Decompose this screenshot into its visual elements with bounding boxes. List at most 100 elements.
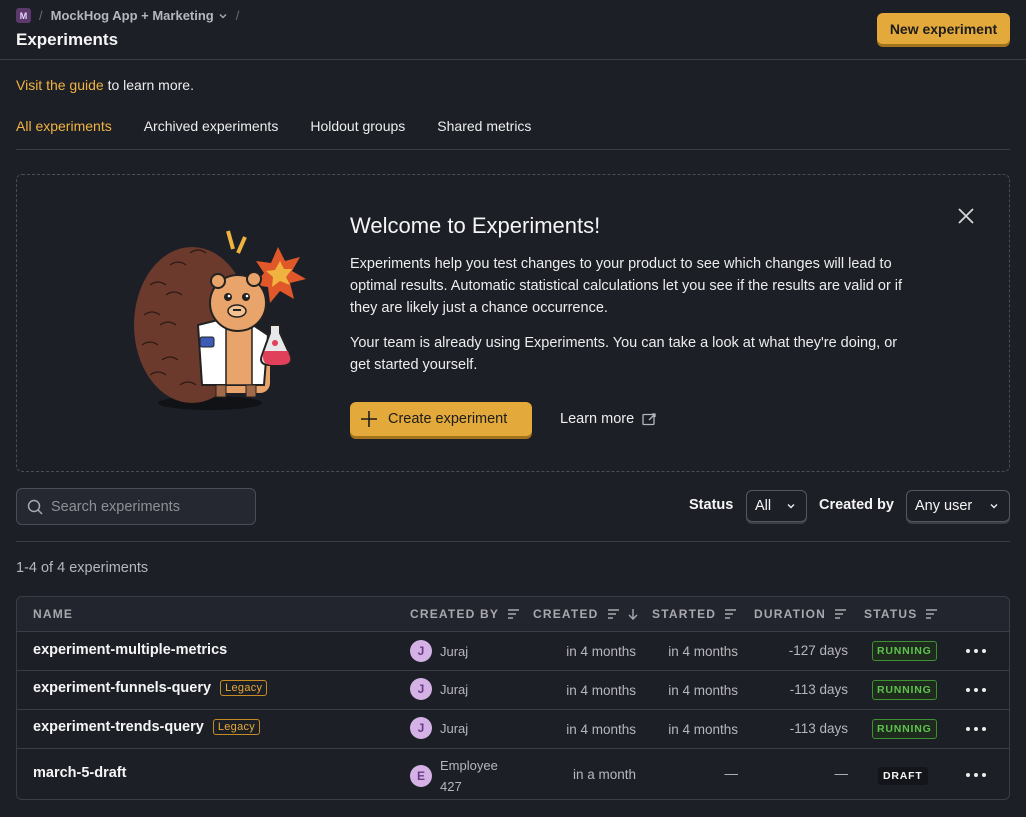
search-input[interactable]	[51, 498, 241, 515]
status-badge-label: DRAFT	[878, 767, 928, 785]
created-by-select[interactable]: Any user	[906, 490, 1010, 522]
column-header-created-by[interactable]: CREATED BY	[410, 607, 520, 621]
avatar: E	[410, 765, 432, 787]
column-label: NAME	[33, 607, 74, 621]
column-label: STATUS	[864, 607, 918, 621]
results-count: 1-4 of 4 experiments	[16, 560, 149, 576]
column-header-name[interactable]: NAME	[33, 607, 73, 621]
column-label: STARTED	[652, 607, 717, 621]
close-icon[interactable]	[957, 207, 975, 225]
visit-guide-link[interactable]: Visit the guide	[16, 77, 104, 93]
breadcrumb: M / MockHog App + Marketing /	[16, 8, 239, 23]
experiment-name-link[interactable]: march-5-draft	[33, 765, 126, 781]
duration: —	[834, 766, 849, 781]
status-badge-label: RUNNING	[872, 641, 937, 661]
started-date: in 4 months	[668, 644, 738, 659]
breadcrumb-separator: /	[235, 8, 240, 23]
started-date: in 4 months	[668, 722, 738, 737]
guide-text: Visit the guide to learn more.	[16, 77, 194, 93]
creator-name: Employee 427	[440, 758, 498, 794]
creator: E Employee 427	[410, 755, 510, 797]
status-badge-label: RUNNING	[872, 719, 937, 739]
hedgehog-scientist-illustration	[134, 230, 306, 410]
sort-icon	[835, 609, 847, 619]
experiment-name-link[interactable]: experiment-funnels-query Legacy	[33, 680, 268, 696]
experiment-name-link[interactable]: experiment-trends-query Legacy	[33, 719, 261, 735]
status-badge: RUNNING	[872, 641, 937, 661]
search-icon	[27, 499, 43, 515]
arrow-down-icon	[628, 609, 638, 620]
duration: -127 days	[788, 643, 848, 658]
welcome-team-note: Your team is already using Experiments. …	[350, 335, 898, 373]
more-options-icon[interactable]	[965, 770, 987, 780]
experiment-name: experiment-multiple-metrics	[33, 642, 228, 658]
avatar: J	[410, 717, 432, 739]
status-badge: DRAFT	[878, 766, 928, 785]
welcome-title: Welcome to Experiments!	[350, 213, 601, 238]
tab-archived-experiments[interactable]: Archived experiments	[144, 110, 279, 149]
table-row[interactable]: experiment-funnels-query Legacy J Juraj …	[17, 671, 1009, 710]
new-experiment-button[interactable]: New experiment	[877, 13, 1010, 44]
creator-name: Juraj	[440, 643, 469, 659]
external-link-icon	[642, 412, 656, 425]
breadcrumb-separator: /	[39, 8, 43, 23]
created-by-select-value: Any user	[915, 498, 973, 514]
sort-icon	[926, 609, 938, 619]
column-label: CREATED	[533, 607, 599, 621]
sort-icon	[725, 609, 737, 619]
welcome-description: Experiments help you test changes to you…	[350, 256, 903, 316]
table-row[interactable]: experiment-multiple-metrics J Juraj in 4…	[17, 632, 1009, 671]
guide-rest: to learn more.	[107, 77, 194, 93]
column-header-started[interactable]: STARTED	[652, 607, 737, 621]
welcome-panel: Welcome to Experiments! Experiments help…	[16, 174, 1010, 472]
legacy-badge: Legacy	[220, 680, 268, 696]
status-select[interactable]: All	[746, 490, 807, 522]
column-header-status[interactable]: STATUS	[864, 607, 938, 621]
create-experiment-button[interactable]: Create experiment	[350, 402, 532, 436]
tabs: All experiments Archived experiments Hol…	[16, 110, 1010, 150]
duration: -113 days	[789, 721, 848, 736]
experiment-name: march-5-draft	[33, 765, 127, 781]
column-header-created[interactable]: CREATED	[533, 607, 638, 621]
plus-icon	[361, 411, 377, 427]
creator-name: Juraj	[440, 681, 469, 697]
created-date: in 4 months	[566, 683, 636, 698]
more-options-icon[interactable]	[965, 685, 987, 695]
project-switcher[interactable]: MockHog App + Marketing	[51, 8, 228, 23]
experiment-name-link[interactable]: experiment-multiple-metrics	[33, 642, 227, 658]
project-badge[interactable]: M	[16, 8, 31, 23]
avatar: J	[410, 640, 432, 662]
created-date: in 4 months	[566, 644, 636, 659]
table-row[interactable]: march-5-draft E Employee 427 in a month …	[17, 749, 1009, 799]
table-row[interactable]: experiment-trends-query Legacy J Juraj i…	[17, 710, 1009, 749]
tab-holdout-groups[interactable]: Holdout groups	[310, 110, 405, 149]
creator-name: Juraj	[440, 720, 469, 736]
tab-all-experiments[interactable]: All experiments	[16, 110, 112, 149]
sort-icon	[607, 609, 619, 619]
status-filter-label: Status	[689, 497, 734, 513]
learn-more-label: Learn more	[560, 411, 635, 427]
top-bar: M / MockHog App + Marketing / Experiment…	[0, 0, 1026, 60]
more-options-icon[interactable]	[965, 646, 987, 656]
chevron-down-icon	[219, 13, 227, 18]
creator: J Juraj	[410, 678, 468, 700]
create-experiment-label: Create experiment	[388, 411, 508, 427]
search-box	[16, 488, 256, 525]
created-date: in 4 months	[566, 722, 636, 737]
status-badge-label: RUNNING	[872, 680, 937, 700]
learn-more-link[interactable]: Learn more	[560, 411, 657, 427]
duration: -113 days	[789, 682, 848, 697]
project-name: MockHog App + Marketing	[50, 8, 214, 23]
creator: J Juraj	[410, 640, 468, 662]
experiment-name: experiment-funnels-query	[33, 680, 212, 696]
avatar: J	[410, 678, 432, 700]
more-options-icon[interactable]	[965, 724, 987, 734]
column-header-duration[interactable]: DURATION	[754, 607, 847, 621]
status-select-value: All	[755, 498, 772, 514]
tab-shared-metrics[interactable]: Shared metrics	[437, 110, 531, 149]
chevron-down-icon	[787, 504, 795, 509]
experiment-name: experiment-trends-query	[33, 719, 204, 735]
sort-icon	[508, 609, 520, 619]
chevron-down-icon	[990, 504, 998, 509]
column-label: DURATION	[754, 607, 827, 621]
